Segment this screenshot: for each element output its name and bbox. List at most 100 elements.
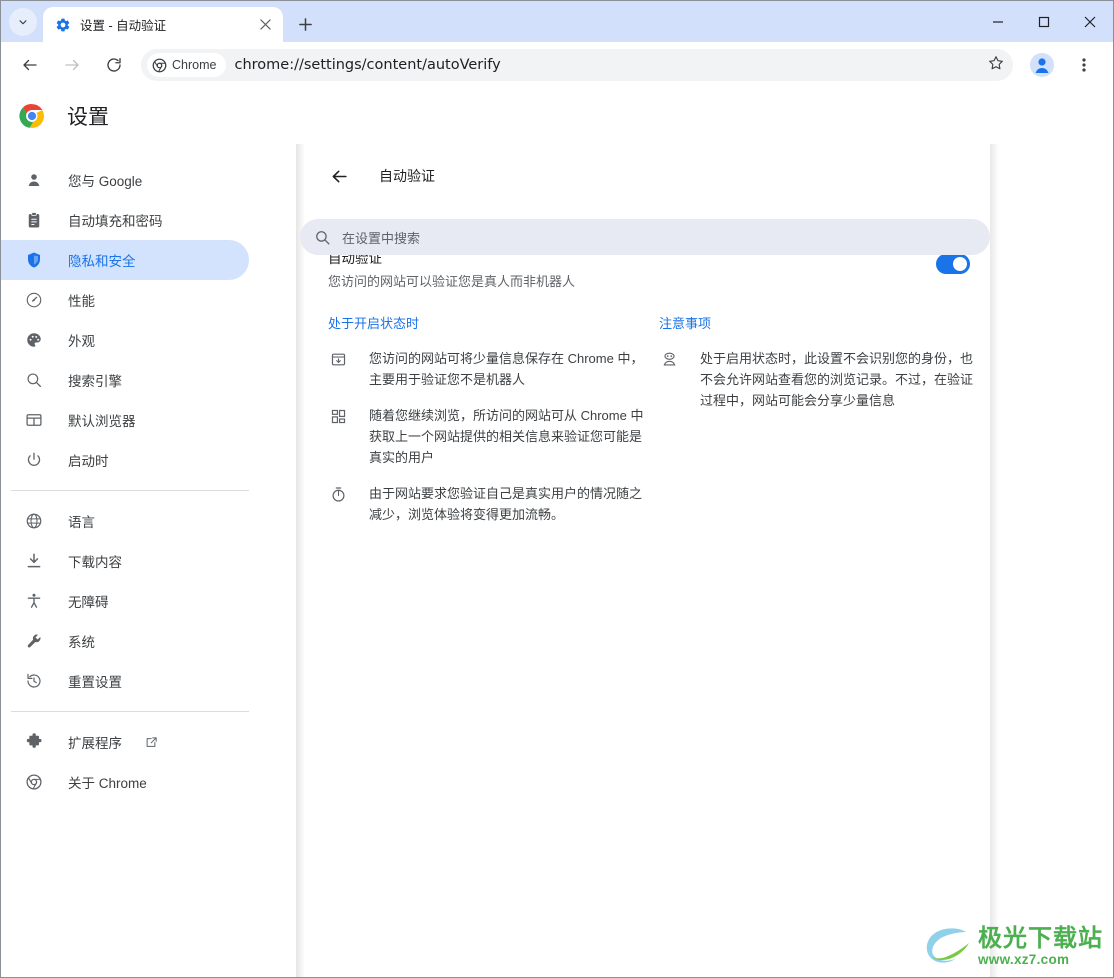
window-close-button[interactable]: [1067, 6, 1113, 38]
chevron-down-icon: [19, 20, 27, 25]
plus-icon: [298, 17, 312, 31]
puzzle-icon: [24, 732, 44, 752]
sidebar-item-appearance[interactable]: 外观: [1, 320, 249, 360]
back-arrow-icon: [23, 59, 37, 71]
profile-button[interactable]: [1026, 49, 1058, 81]
sidebar-item-label: 自动填充和密码: [68, 214, 163, 229]
sidebar-item-search-engine[interactable]: 搜索引擎: [1, 360, 249, 400]
info-bullet-text: 处于启用状态时，此设置不会识别您的身份，也不会允许网站查看您的浏览记录。不过，在…: [700, 351, 974, 408]
sidebar-item-label: 关于 Chrome: [68, 776, 147, 791]
info-bullet: 由于网站要求您验证自己是真实用户的情况随之减少，浏览体验将变得更加流畅。: [328, 483, 645, 525]
download-icon: [24, 551, 44, 571]
globe-icon: [24, 511, 44, 531]
chrome-icon: [152, 58, 167, 72]
sidebar-item-reset-settings[interactable]: 重置设置: [1, 661, 249, 701]
forward-arrow-icon: [65, 59, 79, 71]
search-placeholder: 在设置中搜索: [342, 230, 421, 246]
forward-button[interactable]: [56, 49, 88, 81]
accessibility-icon: [24, 591, 44, 611]
sidebar-item-label: 重置设置: [68, 675, 122, 690]
chrome-logo-icon: [19, 104, 44, 129]
sidebar-item-default-browser[interactable]: 默认浏览器: [1, 400, 249, 440]
sidebar-item-extensions[interactable]: 扩展程序: [1, 722, 249, 762]
three-dots-icon: [1082, 58, 1086, 72]
info-columns: 处于开启状态时 您访问的网站可将少量信息保存在 Chrome 中，主要用于验证您…: [305, 292, 990, 540]
close-icon: [1084, 16, 1096, 27]
privacy-mask-icon: [659, 349, 679, 369]
sidebar-item-label: 语言: [68, 515, 95, 530]
sidebar-item-downloads[interactable]: 下载内容: [1, 541, 249, 581]
sidebar-item-label: 下载内容: [68, 555, 122, 570]
sidebar-item-privacy-and-security[interactable]: 隐私和安全: [1, 240, 249, 280]
power-icon: [24, 450, 44, 470]
open-in-new-icon[interactable]: [144, 735, 159, 750]
shield-icon: [24, 250, 44, 270]
browser-window: 设置 - 自动验证 Chrome chrome://settings/conte…: [0, 0, 1114, 978]
reload-icon: [107, 57, 121, 72]
tab-search-button[interactable]: [9, 8, 37, 36]
dashboard-grid-icon: [328, 406, 348, 426]
sidebar-item-accessibility[interactable]: 无障碍: [1, 581, 249, 621]
back-button[interactable]: [14, 49, 46, 81]
sidebar-item-label: 无障碍: [68, 595, 109, 610]
column-heading: 注意事项: [659, 316, 712, 331]
bookmark-button[interactable]: [987, 54, 1005, 77]
maximize-button[interactable]: [1021, 6, 1067, 38]
browser-tab[interactable]: 设置 - 自动验证: [43, 7, 283, 42]
avatar-icon: [1030, 53, 1054, 77]
sidebar-divider: [11, 711, 249, 712]
sidebar-item-label: 外观: [68, 334, 95, 349]
search-input[interactable]: 在设置中搜索: [300, 219, 990, 255]
info-bullet-text: 随着您继续浏览，所访问的网站可从 Chrome 中获取上一个网站提供的相关信息来…: [369, 408, 644, 465]
sidebar-item-label: 扩展程序: [68, 736, 122, 751]
sidebar-item-performance[interactable]: 性能: [1, 280, 249, 320]
sidebar-item-you-and-google[interactable]: 您与 Google: [1, 160, 249, 200]
settings-page: 设置 在设置中搜索 您与 Google 自动填充和密码 隐私和安全 性能 外观 …: [1, 88, 1113, 977]
sidebar-item-about-chrome[interactable]: 关于 Chrome: [1, 762, 249, 802]
address-bar[interactable]: Chrome chrome://settings/content/autoVer…: [141, 49, 1013, 81]
clipboard-icon: [24, 210, 44, 230]
star-icon: [989, 55, 1003, 69]
save-to-inbox-icon: [328, 349, 348, 369]
origin-chip[interactable]: Chrome: [147, 53, 227, 77]
sidebar-item-system[interactable]: 系统: [1, 621, 249, 661]
settings-body: 您与 Google 自动填充和密码 隐私和安全 性能 外观 搜索引擎 默认浏览器…: [1, 134, 1113, 977]
sidebar-item-autofill-and-passwords[interactable]: 自动填充和密码: [1, 200, 249, 240]
info-column-when-on: 处于开启状态时 您访问的网站可将少量信息保存在 Chrome 中，主要用于验证您…: [328, 314, 645, 540]
browser-menu-button[interactable]: [1068, 49, 1100, 81]
search-icon: [316, 230, 330, 245]
sidebar-divider: [11, 490, 249, 491]
info-bullet-text: 由于网站要求您验证自己是真实用户的情况随之减少，浏览体验将变得更加流畅。: [369, 486, 643, 522]
person-icon: [24, 170, 44, 190]
browser-toolbar: Chrome chrome://settings/content/autoVer…: [1, 42, 1113, 88]
minimize-icon: [993, 20, 1003, 23]
minimize-button[interactable]: [975, 6, 1021, 38]
sidebar-item-label: 性能: [68, 294, 95, 309]
back-button[interactable]: [327, 164, 351, 188]
auto-verify-toggle[interactable]: [936, 254, 970, 274]
tab-close-button[interactable]: [255, 15, 275, 35]
timer-icon: [328, 484, 348, 504]
toggle-knob: [953, 257, 967, 271]
new-tab-button[interactable]: [291, 10, 319, 38]
sidebar-item-label: 默认浏览器: [68, 414, 136, 429]
origin-chip-label: Chrome: [172, 58, 217, 72]
speedometer-icon: [24, 290, 44, 310]
subpage-header: 自动验证: [305, 144, 990, 188]
info-bullet: 您访问的网站可将少量信息保存在 Chrome 中，主要用于验证您不是机器人: [328, 348, 645, 390]
info-bullet: 处于启用状态时，此设置不会识别您的身份，也不会允许网站查看您的浏览记录。不过，在…: [659, 348, 976, 411]
palette-icon: [24, 330, 44, 350]
settings-content-card: 自动验证 自动验证 您访问的网站可以验证您是真人而非机器人 处于开启状态时 您访…: [305, 144, 999, 977]
history-restore-icon: [24, 671, 44, 691]
info-column-things-to-consider: 注意事项 处于启用状态时，此设置不会识别您的身份，也不会允许网站查看您的浏览记录…: [659, 314, 976, 540]
browser-window-icon: [24, 410, 44, 430]
tab-title: 设置 - 自动验证: [80, 19, 167, 33]
column-heading: 处于开启状态时: [328, 316, 420, 331]
search-icon: [24, 370, 44, 390]
url-text: chrome://settings/content/autoVerify: [234, 57, 501, 73]
reload-button[interactable]: [98, 49, 130, 81]
sidebar-item-on-startup[interactable]: 启动时: [1, 440, 249, 480]
window-controls: [975, 1, 1113, 42]
sidebar-item-label: 启动时: [68, 454, 109, 469]
sidebar-item-languages[interactable]: 语言: [1, 501, 249, 541]
